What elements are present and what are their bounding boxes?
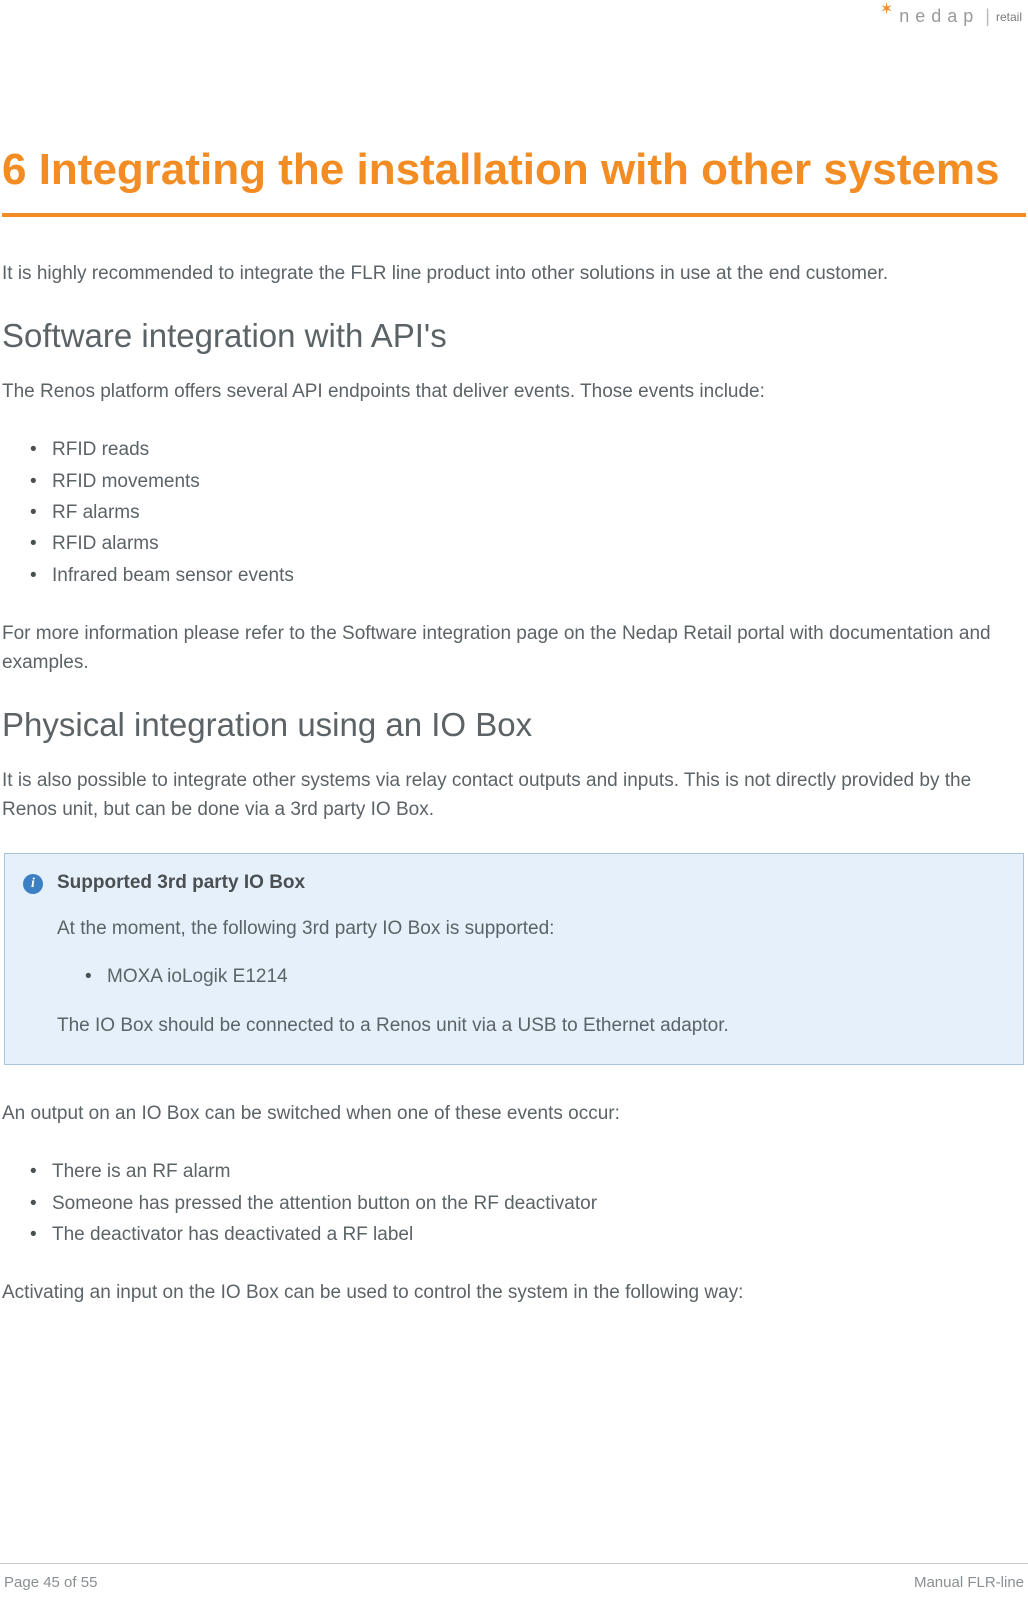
info-list: MOXA ioLogik E1214 <box>57 961 1005 992</box>
info-icon: i <box>23 874 43 894</box>
list-item: RF alarms <box>52 497 1026 528</box>
info-title: Supported 3rd party IO Box <box>57 872 1005 894</box>
list-item: The deactivator has deactivated a RF lab… <box>52 1219 1026 1250</box>
header-logo: ✶ nedap | retail <box>880 6 1022 27</box>
iobox-input-intro: Activating an input on the IO Box can be… <box>2 1278 1026 1307</box>
list-item: Infrared beam sensor events <box>52 560 1026 591</box>
info-text: The IO Box should be connected to a Reno… <box>57 1011 1005 1040</box>
api-events-list: RFID reads RFID movements RF alarms RFID… <box>2 434 1026 591</box>
api-intro: The Renos platform offers several API en… <box>2 377 1026 406</box>
logo-wordmark: nedap <box>899 6 979 27</box>
document-title: Manual FLR-line <box>914 1574 1024 1591</box>
list-item: MOXA ioLogik E1214 <box>107 961 1005 992</box>
list-item: There is an RF alarm <box>52 1156 1026 1187</box>
section-heading-iobox: Physical integration using an IO Box <box>2 706 1026 744</box>
info-body: Supported 3rd party IO Box At the moment… <box>57 872 1005 1040</box>
list-item: RFID movements <box>52 466 1026 497</box>
section-heading-api: Software integration with API's <box>2 317 1026 355</box>
info-text: At the moment, the following 3rd party I… <box>57 914 1005 943</box>
list-item: Someone has pressed the attention button… <box>52 1188 1026 1219</box>
info-callout: i Supported 3rd party IO Box At the mome… <box>4 853 1024 1065</box>
list-item: RFID reads <box>52 434 1026 465</box>
logo-separator: | <box>985 6 990 27</box>
iobox-intro: It is also possible to integrate other s… <box>2 766 1026 825</box>
iobox-events-list: There is an RF alarm Someone has pressed… <box>2 1156 1026 1250</box>
page-footer: Page 45 of 55 Manual FLR-line <box>0 1563 1028 1603</box>
logo-star-icon: ✶ <box>880 0 893 19</box>
heading-underline <box>2 213 1026 217</box>
content-area: 6 Integrating the installation with othe… <box>0 0 1028 1308</box>
intro-paragraph: It is highly recommended to integrate th… <box>2 259 1026 288</box>
chapter-heading: 6 Integrating the installation with othe… <box>2 140 1026 199</box>
iobox-events-intro: An output on an IO Box can be switched w… <box>2 1099 1026 1128</box>
page: ✶ nedap | retail 6 Integrating the insta… <box>0 0 1028 1603</box>
logo-suffix: retail <box>996 10 1022 24</box>
list-item: RFID alarms <box>52 528 1026 559</box>
api-outro: For more information please refer to the… <box>2 619 1026 678</box>
page-number: Page 45 of 55 <box>4 1574 97 1591</box>
